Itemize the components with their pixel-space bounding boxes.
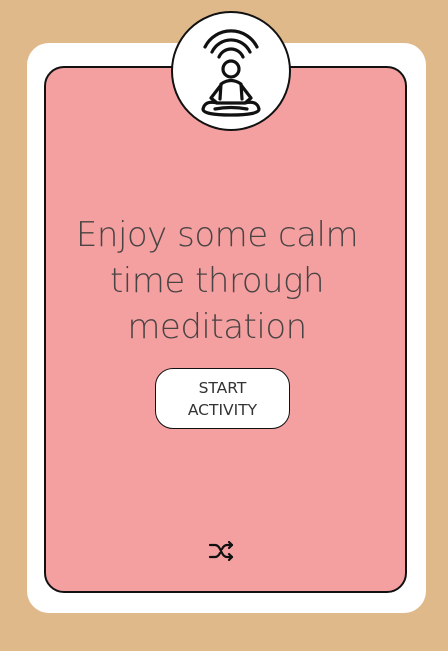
activity-badge xyxy=(171,11,291,131)
start-activity-button[interactable]: START ACTIVITY xyxy=(155,368,290,429)
meditation-signal-icon xyxy=(201,29,261,117)
activity-headline: Enjoy some calm time through meditation xyxy=(75,215,359,347)
shuffle-button[interactable] xyxy=(208,540,234,562)
shuffle-icon xyxy=(208,540,234,562)
